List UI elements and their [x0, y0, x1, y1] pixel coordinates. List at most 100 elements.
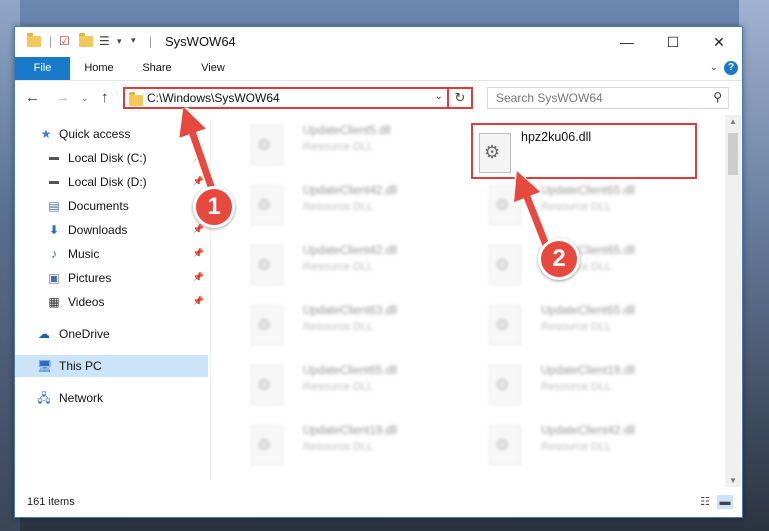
window-title: SysWOW64 — [165, 34, 236, 49]
file-item[interactable]: UpdateClient42.dll Resource DLL — [469, 419, 689, 469]
item-count: 161 items — [27, 496, 75, 508]
help-icon[interactable]: ? — [724, 61, 738, 75]
dll-file-icon — [251, 125, 283, 165]
dll-file-icon — [489, 365, 521, 405]
star-icon: ★ — [40, 127, 52, 141]
sidebar-item-local-disk-d[interactable]: ▬ Local Disk (D:) 📌 — [15, 171, 208, 193]
download-icon: ⬇ — [48, 223, 60, 237]
desktop-background-right — [739, 0, 769, 531]
view-options-icon[interactable]: ☰ — [99, 34, 110, 50]
scrollbar-thumb[interactable] — [728, 133, 738, 175]
file-item[interactable]: UpdateClient5.dll Resource DLL — [231, 119, 451, 169]
dll-file-icon — [489, 425, 521, 465]
tab-view[interactable]: View — [191, 57, 235, 80]
file-item[interactable]: UpdateClient19.dll Resource DLL — [231, 419, 451, 469]
dll-file-icon — [251, 425, 283, 465]
dll-file-icon — [489, 185, 521, 225]
sidebar-item-network[interactable]: 🖧 Network — [15, 387, 208, 409]
sidebar-item-music[interactable]: ♪ Music 📌 — [15, 243, 208, 265]
dll-file-icon — [251, 185, 283, 225]
pin-icon[interactable]: 📌 — [193, 272, 204, 283]
up-arrow-icon[interactable]: ↑ — [101, 89, 109, 106]
recent-locations-chevron-icon[interactable]: ⌄ — [81, 93, 89, 104]
customize-toolbar-icon[interactable]: ▾ — [131, 35, 136, 51]
navigation-bar: ← → ⌄ ↑ C:\Windows\SysWOW64 ⌄ ↻ Search S… — [15, 81, 742, 115]
tab-share[interactable]: Share — [135, 57, 179, 80]
file-item[interactable]: UpdateClient42.dll Resource DLL — [231, 239, 451, 289]
sidebar-item-local-disk-c[interactable]: ▬ Local Disk (C:) 📌 — [15, 147, 208, 169]
highlighted-file-item[interactable]: hpz2ku06.dll — [471, 123, 697, 179]
dll-file-icon — [489, 245, 521, 285]
properties-icon[interactable]: ☑ — [59, 34, 70, 50]
title-bar: | ☑ ☰ ▾ ▾ | SysWOW64 — ☐ ✕ — [15, 27, 742, 57]
search-placeholder: Search SysWOW64 — [496, 91, 603, 105]
close-button[interactable]: ✕ — [696, 27, 742, 57]
customize-toolbar-chevron-icon[interactable]: ▾ — [117, 36, 122, 52]
sidebar-item-pictures[interactable]: ▣ Pictures 📌 — [15, 267, 208, 289]
dll-file-icon — [251, 305, 283, 345]
dll-file-icon — [251, 245, 283, 285]
maximize-icon: ☐ — [666, 33, 680, 50]
maximize-button[interactable]: ☐ — [650, 27, 696, 57]
new-folder-icon[interactable] — [79, 33, 93, 50]
pin-icon[interactable]: 📌 — [193, 248, 204, 259]
pictures-icon: ▣ — [48, 271, 60, 285]
sidebar-item-this-pc[interactable]: 🖥 This PC — [15, 355, 208, 377]
scroll-down-icon[interactable]: ▼ — [725, 476, 741, 485]
dll-file-icon — [489, 305, 521, 345]
close-icon: ✕ — [713, 33, 725, 50]
large-icons-view-icon[interactable]: ▬ — [717, 495, 733, 509]
dll-file-icon — [251, 365, 283, 405]
music-icon: ♪ — [51, 247, 57, 261]
scroll-up-icon[interactable]: ▲ — [725, 117, 741, 126]
drive-icon: ▬ — [49, 176, 59, 187]
pin-icon[interactable]: 📌 — [193, 296, 204, 307]
refresh-icon[interactable]: ↻ — [447, 89, 471, 107]
separator: | — [49, 34, 53, 48]
videos-icon: ▦ — [48, 295, 60, 309]
tab-file[interactable]: File — [15, 57, 70, 80]
details-view-icon[interactable]: ☷ — [697, 495, 713, 509]
file-item[interactable]: UpdateClient19.dll Resource DLL — [469, 359, 689, 409]
annotation-badge-1: 1 — [193, 186, 235, 228]
minimize-icon: — — [620, 34, 634, 50]
drive-icon: ▬ — [49, 152, 59, 163]
sidebar-item-onedrive[interactable]: ☁ OneDrive — [15, 323, 208, 345]
back-arrow-icon[interactable]: ← — [25, 89, 40, 106]
search-icon[interactable]: ⚲ — [713, 90, 722, 104]
tab-home[interactable]: Home — [77, 57, 121, 80]
chevron-down-icon[interactable]: ⌄ — [435, 91, 443, 102]
annotation-badge-2: 2 — [538, 238, 580, 280]
ribbon-tabs: File Home Share View ⌄ ? — [15, 57, 742, 81]
separator: | — [149, 34, 153, 48]
status-bar: 161 items ☷ ▬ — [15, 491, 742, 515]
pin-icon[interactable]: 📌 — [193, 152, 204, 163]
address-path[interactable]: C:\Windows\SysWOW64 — [147, 91, 280, 105]
search-input[interactable]: Search SysWOW64 ⚲ — [487, 87, 729, 109]
folder-icon — [27, 33, 41, 50]
minimize-button[interactable]: — — [604, 27, 650, 57]
sidebar-item-documents[interactable]: ▤ Documents 📌 — [15, 195, 208, 217]
file-item[interactable]: UpdateClient65.dll Resource DLL — [469, 179, 689, 229]
forward-arrow-icon[interactable]: → — [55, 89, 70, 106]
pin-icon[interactable]: 📌 — [193, 224, 204, 235]
sidebar-item-quick-access[interactable]: ★ Quick access — [15, 123, 208, 145]
file-item[interactable]: UpdateClient42.dll Resource DLL — [231, 179, 451, 229]
address-bar[interactable]: C:\Windows\SysWOW64 ⌄ ↻ — [123, 87, 473, 109]
documents-icon: ▤ — [48, 199, 60, 213]
sidebar-item-downloads[interactable]: ⬇ Downloads 📌 — [15, 219, 208, 241]
file-explorer-window: | ☑ ☰ ▾ ▾ | SysWOW64 — ☐ ✕ File Home Sha… — [14, 26, 743, 518]
highlighted-file-name: hpz2ku06.dll — [521, 130, 592, 144]
file-item[interactable]: UpdateClient65.dll Resource DLL — [469, 299, 689, 349]
navigation-pane: ★ Quick access ▬ Local Disk (C:) 📌 ▬ Loc… — [15, 119, 211, 479]
computer-icon: 🖥 — [37, 359, 53, 373]
file-list: UpdateClient5.dll Resource DLL UpdateCli… — [211, 119, 725, 487]
sidebar-item-videos[interactable]: ▦ Videos 📌 — [15, 291, 208, 313]
file-item[interactable]: UpdateClient63.dll Resource DLL — [231, 299, 451, 349]
file-item[interactable]: UpdateClient65.dll Resource DLL — [231, 359, 451, 409]
chevron-up-icon[interactable]: ⌄ — [710, 62, 718, 73]
cloud-icon: ☁ — [38, 327, 50, 341]
vertical-scrollbar[interactable]: ▲ ▼ — [725, 115, 741, 487]
pin-icon[interactable]: 📌 — [193, 176, 204, 187]
network-icon: 🖧 — [37, 391, 51, 405]
